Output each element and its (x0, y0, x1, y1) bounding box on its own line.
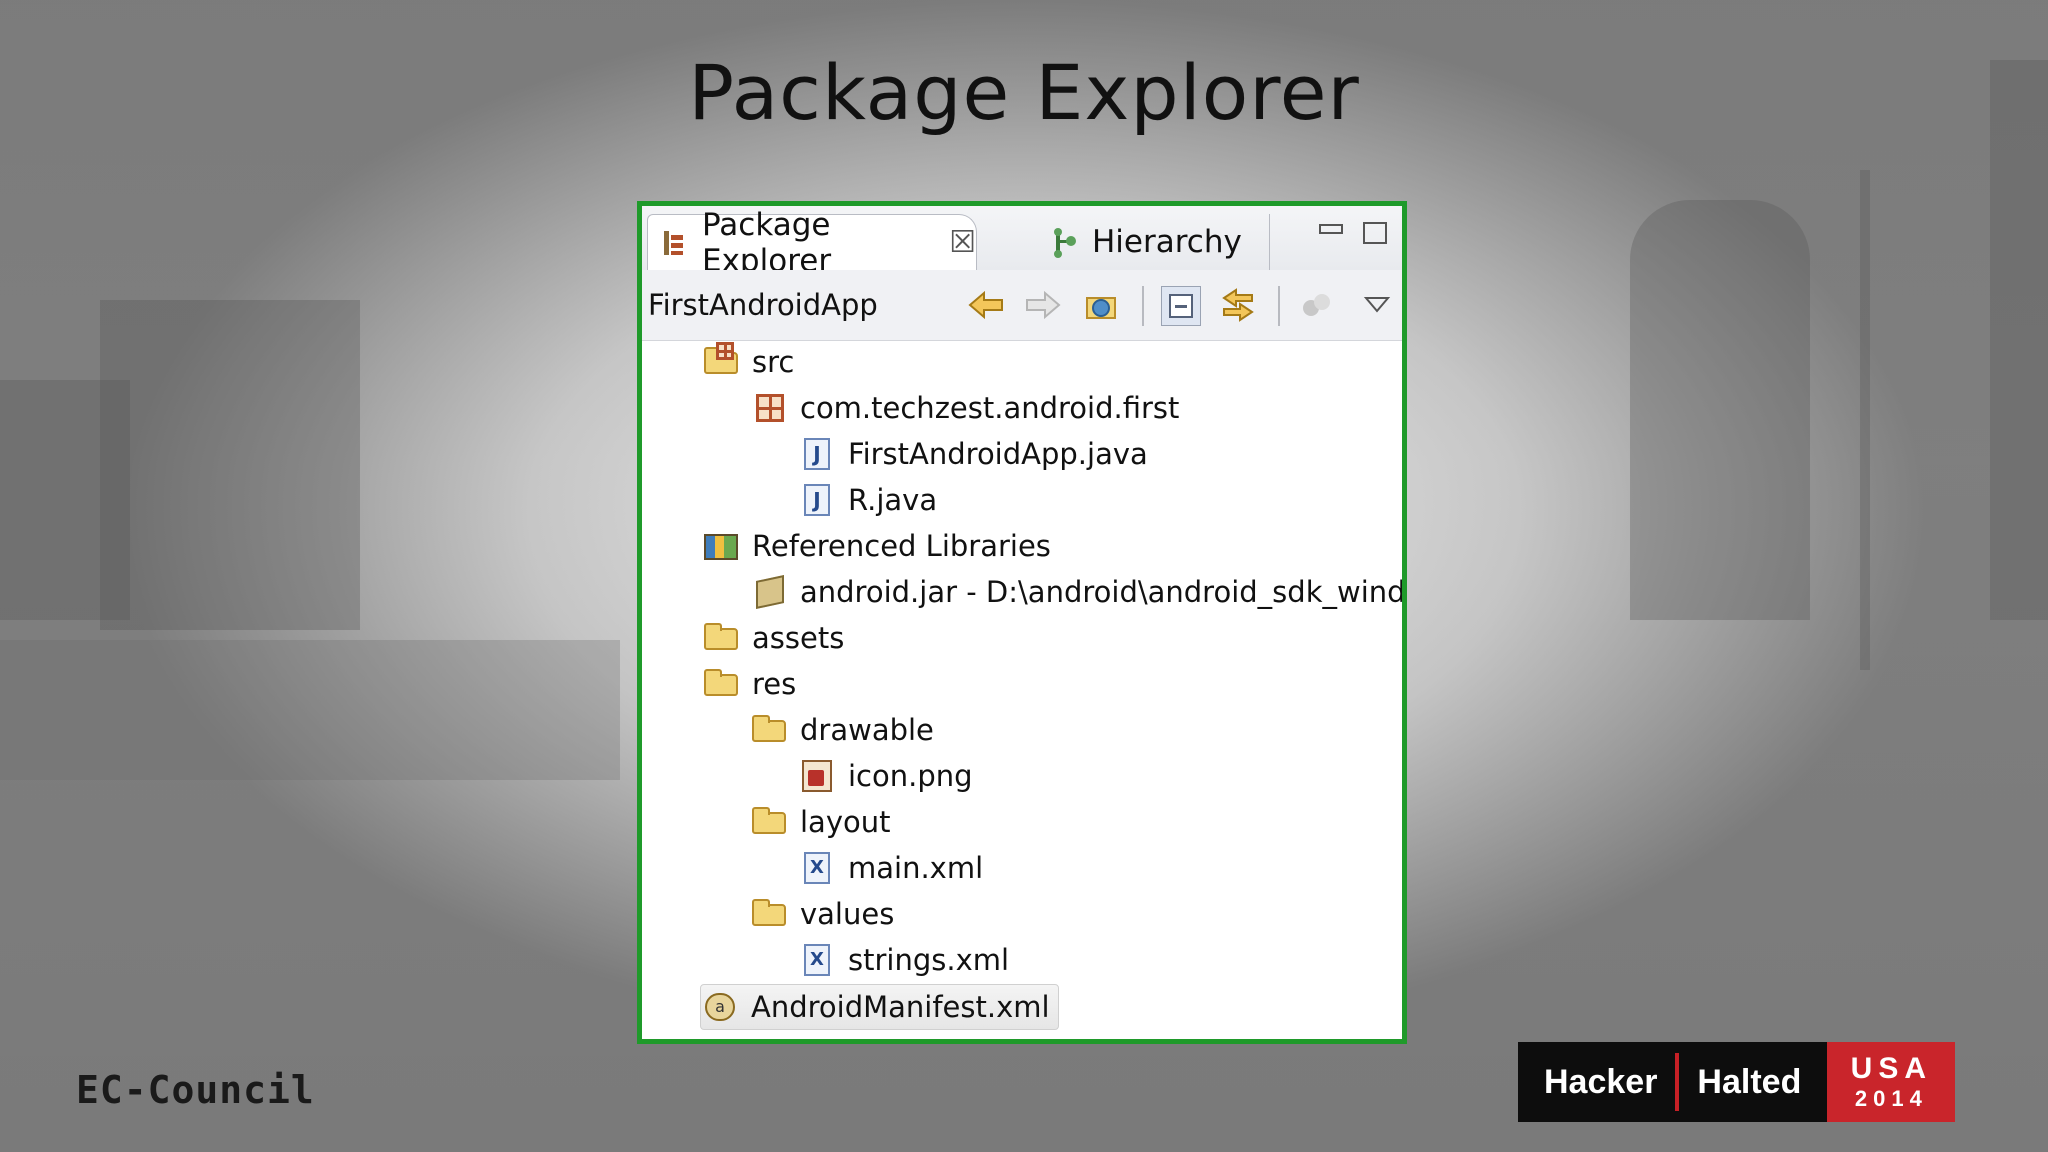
tab-label: Hierarchy (1092, 224, 1242, 260)
tree-item-label: Referenced Libraries (752, 529, 1051, 563)
tree-item-label: FirstAndroidApp.java (848, 437, 1148, 471)
tree-item-package[interactable]: com.techzest.android.first (750, 388, 1179, 428)
tree-item-label: assets (752, 621, 845, 655)
folder-icon (702, 668, 740, 700)
tree-item-label: values (800, 897, 895, 931)
up-folder-icon[interactable] (1082, 286, 1120, 324)
package-explorer-icon (660, 229, 688, 257)
background-rubble (0, 640, 620, 780)
tree-item-layout[interactable]: layout (750, 802, 890, 842)
tree-item-values[interactable]: values (750, 894, 894, 934)
breadcrumb[interactable]: FirstAndroidApp (648, 288, 878, 322)
tree-item-res[interactable]: res (702, 664, 796, 704)
tree-item-label: strings.xml (848, 943, 1010, 977)
ec-council-logo: EC-Council (76, 1068, 315, 1112)
manifest-icon: a (701, 991, 739, 1023)
background-building (0, 380, 130, 620)
tab-label: Package Explorer (702, 206, 832, 279)
jar-icon (750, 575, 788, 609)
tree-item-label: layout (800, 805, 891, 839)
folder-icon (750, 898, 788, 930)
java-file-icon: J (798, 438, 836, 470)
package-explorer-panel: Package Explorer ☒ Hierarchy FirstAndroi… (637, 201, 1407, 1044)
tree-item-strings-xml[interactable]: X strings.xml (798, 940, 1009, 980)
logo-word-hacker: Hacker (1544, 1062, 1658, 1101)
tab-hierarchy[interactable]: Hierarchy (1030, 214, 1270, 270)
close-icon[interactable]: ☒ (949, 225, 976, 260)
source-folder-icon (702, 342, 740, 378)
view-menu-icon[interactable] (1358, 286, 1396, 324)
link-with-editor-icon[interactable] (1219, 286, 1257, 324)
tree-item-label: src (752, 345, 795, 379)
tree-item-assets[interactable]: assets (702, 618, 844, 658)
minimize-icon[interactable] (1319, 224, 1343, 234)
toolbar-separator (1142, 286, 1144, 326)
logo-region: USA (1850, 1052, 1933, 1085)
background-tower (1990, 60, 2048, 620)
logo-divider (1675, 1053, 1680, 1111)
filter-icon[interactable] (1298, 286, 1336, 324)
xml-file-icon: X (798, 852, 836, 884)
hacker-halted-logo: Hacker Halted USA 2014 (1518, 1042, 1956, 1122)
tree-item-firstandroidapp-java[interactable]: J FirstAndroidApp.java (798, 434, 1148, 474)
view-toolbar: FirstAndroidApp (642, 270, 1402, 341)
java-file-icon: J (798, 484, 836, 516)
view-tab-bar: Package Explorer ☒ Hierarchy (642, 206, 1402, 279)
toolbar-separator (1278, 286, 1280, 326)
tree-item-android-jar[interactable]: android.jar - D:\android\android_sdk_win… (750, 572, 1402, 612)
hierarchy-icon (1050, 228, 1078, 258)
collapse-all-icon[interactable] (1161, 286, 1201, 326)
back-arrow-icon[interactable] (967, 286, 1005, 324)
tree-item-label: com.techzest.android.first (800, 391, 1180, 425)
tree-item-label: AndroidManifest.xml (751, 990, 1050, 1024)
logo-year: 2014 (1854, 1086, 1928, 1111)
forward-arrow-icon[interactable] (1024, 286, 1062, 324)
tree-item-src[interactable]: src (702, 342, 794, 382)
tree-item-drawable[interactable]: drawable (750, 710, 934, 750)
tree-item-label: res (752, 667, 797, 701)
background-building (100, 300, 360, 630)
tab-package-explorer[interactable]: Package Explorer ☒ (647, 207, 977, 279)
tree-item-label: R.java (848, 483, 938, 517)
folder-icon (750, 806, 788, 838)
tree-item-referenced-libraries[interactable]: Referenced Libraries (702, 526, 1051, 566)
tree-item-icon-png[interactable]: icon.png (798, 756, 973, 796)
slide-title: Package Explorer (688, 48, 1360, 137)
folder-icon (702, 622, 740, 654)
tree-item-label: main.xml (848, 851, 984, 885)
image-file-icon (798, 760, 836, 792)
tree-item-label: drawable (800, 713, 934, 747)
tree-item-label: icon.png (848, 759, 973, 793)
hacker-halted-wordmark: Hacker Halted (1518, 1042, 1828, 1122)
xml-file-icon: X (798, 944, 836, 976)
tree-item-android-manifest[interactable]: a AndroidManifest.xml (700, 984, 1059, 1030)
background-lamp-post (1860, 170, 1870, 670)
tree-item-label: android.jar - D:\android\android_sdk_win… (800, 575, 1402, 609)
package-icon (750, 392, 788, 424)
background-tower (1630, 200, 1810, 620)
libraries-icon (702, 530, 740, 562)
tree-item-main-xml[interactable]: X main.xml (798, 848, 983, 888)
maximize-icon[interactable] (1363, 222, 1387, 244)
folder-icon (750, 714, 788, 746)
logo-region-badge: USA 2014 (1827, 1042, 1956, 1122)
tree-item-r-java[interactable]: J R.java (798, 480, 937, 520)
logo-word-halted: Halted (1697, 1062, 1802, 1101)
